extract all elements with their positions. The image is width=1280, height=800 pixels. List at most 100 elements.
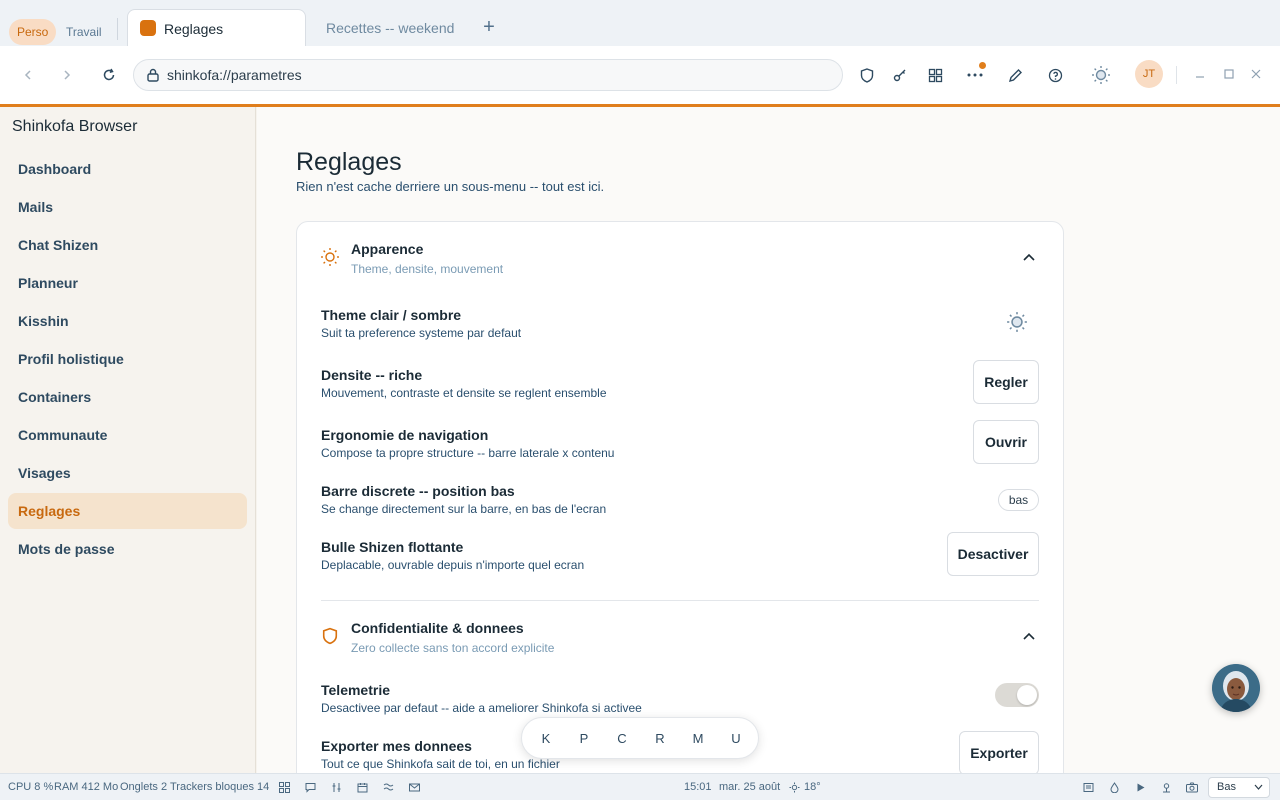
exporter-button[interactable]: Exporter — [959, 731, 1039, 773]
weather-temp: 18° — [804, 781, 821, 793]
settings-card: Apparence Theme, densite, mouvement Them… — [296, 221, 1064, 773]
dock-key-m[interactable]: M — [687, 728, 709, 750]
grid-icon[interactable] — [278, 781, 290, 793]
sidebar-item-mots-de-passe[interactable]: Mots de passe — [8, 531, 247, 567]
edit-icon — [1008, 68, 1022, 82]
shield-button[interactable] — [857, 65, 877, 85]
profile-perso[interactable]: Perso — [9, 19, 57, 45]
setting-desc-density: Mouvement, contraste et densite se regle… — [321, 386, 607, 400]
section-subtitle-confidentialite: Zero collecte sans ton accord explicite — [351, 641, 555, 655]
lock-icon — [146, 67, 160, 88]
setting-desc-export: Tout ce que Shinkofa sait de toi, en un … — [321, 757, 560, 771]
minimize-button[interactable] — [1192, 65, 1208, 83]
toggle-knob — [1017, 685, 1037, 705]
calendar-icon[interactable] — [356, 781, 368, 793]
shortcut-dock: K P C R M U — [521, 717, 759, 759]
chat-icon[interactable] — [304, 781, 316, 793]
flow-icon[interactable] — [382, 781, 394, 793]
chevron-up-icon — [1023, 632, 1035, 640]
bar-position-chip[interactable]: bas — [998, 489, 1039, 511]
edit-button[interactable] — [1005, 65, 1025, 85]
new-tab-button[interactable]: + — [481, 17, 497, 37]
tab-title: Recettes -- weekend — [326, 20, 455, 36]
theme-switch-button[interactable] — [1005, 310, 1029, 334]
tab-favicon-icon — [140, 20, 156, 36]
sidebar-item-planneur[interactable]: Planneur — [8, 265, 247, 301]
clock-date: mar. 25 août — [719, 781, 781, 793]
sidebar-item-chat-shizen[interactable]: Chat Shizen — [8, 227, 247, 263]
sidebar-item-mails[interactable]: Mails — [8, 189, 247, 225]
reload-icon — [103, 68, 115, 81]
address-bar[interactable]: shinkofa://parametres — [133, 59, 843, 91]
avatar[interactable]: JT — [1135, 60, 1163, 88]
sidebar-item-dashboard[interactable]: Dashboard — [8, 151, 247, 187]
collapse-apparence-button[interactable] — [1021, 249, 1037, 265]
setting-title-bar: Barre discrete -- position bas — [321, 483, 515, 499]
sidebar-item-visages[interactable]: Visages — [8, 455, 247, 491]
status-bar: CPU 8 % RAM 412 Mo Onglets 2 Trackers bl… — [0, 773, 1280, 800]
dock-key-r[interactable]: R — [649, 728, 671, 750]
clock-time: 15:01 — [684, 781, 712, 793]
shizen-bubble[interactable] — [1212, 664, 1260, 712]
play-icon[interactable] — [1134, 781, 1146, 793]
forward-button[interactable] — [57, 65, 77, 85]
dock-key-u[interactable]: U — [725, 728, 747, 750]
theme-icon — [1092, 66, 1110, 84]
sliders-icon[interactable] — [330, 781, 342, 793]
close-icon — [1251, 69, 1261, 79]
tab-reglages[interactable]: Reglages — [127, 9, 306, 47]
key-icon — [893, 69, 906, 82]
section-title-confidentialite: Confidentialite & donnees — [351, 620, 524, 636]
tab-recettes[interactable]: Recettes -- weekend — [326, 9, 454, 47]
minimize-icon — [1196, 76, 1204, 78]
sidebar-item-reglages[interactable]: Reglages — [8, 493, 247, 529]
setting-title-ergonomics: Ergonomie de navigation — [321, 427, 489, 443]
drop-icon[interactable] — [1108, 781, 1120, 793]
setting-desc-bubble: Deplacable, ouvrable depuis n'importe qu… — [321, 558, 585, 572]
dock-key-k[interactable]: K — [535, 728, 557, 750]
help-button[interactable] — [1045, 65, 1065, 85]
brand-title: Shinkofa Browser — [12, 118, 138, 135]
shizen-avatar-icon — [1212, 664, 1260, 712]
url-text: shinkofa://parametres — [167, 67, 302, 83]
desactiver-button[interactable]: Desactiver — [947, 532, 1039, 576]
reload-button[interactable] — [99, 65, 119, 85]
cpu-status: CPU 8 % — [8, 781, 54, 793]
telemetry-toggle[interactable] — [995, 683, 1039, 707]
sidebar-item-profil-holistique[interactable]: Profil holistique — [8, 341, 247, 377]
setting-title-export: Exporter mes donnees — [321, 738, 472, 754]
extensions-button[interactable] — [925, 65, 945, 85]
sidebar-item-communaute[interactable]: Communaute — [8, 417, 247, 453]
trackers-status: Trackers bloques 14 — [170, 781, 270, 793]
bar-position-select-value: Bas — [1217, 781, 1236, 793]
dock-key-c[interactable]: C — [611, 728, 633, 750]
section-subtitle-apparence: Theme, densite, mouvement — [351, 262, 504, 276]
profile-travail[interactable]: Travail — [58, 19, 110, 45]
bar-position-select[interactable]: Bas — [1208, 777, 1270, 798]
close-button[interactable] — [1248, 65, 1264, 83]
ouvrir-button[interactable]: Ouvrir — [973, 420, 1039, 464]
setting-desc-ergonomics: Compose ta propre structure -- barre lat… — [321, 446, 615, 460]
tab-separator — [117, 18, 118, 40]
collapse-confidentialite-button[interactable] — [1021, 628, 1037, 644]
key-button[interactable] — [890, 65, 910, 85]
page-title: Reglages — [296, 148, 402, 176]
toolbar-separator — [1176, 66, 1177, 84]
page-subtitle: Rien n'est cache derriere un sous-menu -… — [296, 179, 605, 194]
help-icon — [1048, 68, 1062, 82]
regler-button[interactable]: Regler — [973, 360, 1039, 404]
forward-icon — [64, 70, 71, 80]
camera-icon[interactable] — [1186, 781, 1198, 793]
mail-icon[interactable] — [408, 781, 420, 793]
tab-title: Reglages — [164, 21, 224, 37]
theme-toggle-button[interactable] — [1091, 65, 1111, 85]
sidebar-item-containers[interactable]: Containers — [8, 379, 247, 415]
chevron-up-icon — [1023, 253, 1035, 261]
sidebar-item-kisshin[interactable]: Kisshin — [8, 303, 247, 339]
maximize-button[interactable] — [1221, 65, 1237, 83]
dock-key-p[interactable]: P — [573, 728, 595, 750]
pin-icon[interactable] — [1160, 781, 1172, 793]
back-button[interactable] — [18, 65, 38, 85]
setting-title-density: Densite -- riche — [321, 367, 423, 383]
reader-icon[interactable] — [1082, 781, 1094, 793]
